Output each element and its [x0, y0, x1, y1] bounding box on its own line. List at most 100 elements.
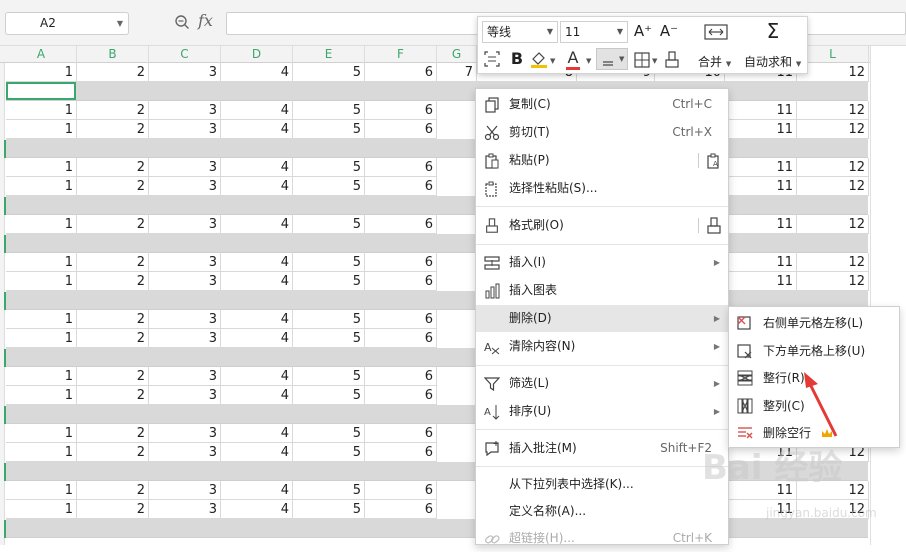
- cell[interactable]: 3: [149, 310, 221, 329]
- cell[interactable]: 6: [365, 367, 437, 386]
- cell[interactable]: 5: [293, 310, 365, 329]
- cell[interactable]: 6: [365, 329, 437, 348]
- menu-item-insert[interactable]: 插入(I) ▶: [476, 249, 728, 276]
- column-header-d[interactable]: D: [221, 46, 293, 63]
- cell[interactable]: 1: [6, 253, 77, 272]
- select-icon[interactable]: [484, 51, 500, 67]
- cell[interactable]: 2: [77, 177, 149, 196]
- cell[interactable]: 2: [77, 386, 149, 405]
- cell[interactable]: 12: [797, 253, 869, 272]
- cell[interactable]: 4: [221, 120, 293, 139]
- cell[interactable]: 5: [293, 63, 365, 82]
- cell[interactable]: 6: [365, 215, 437, 234]
- sigma-icon[interactable]: Σ: [762, 20, 784, 42]
- cell[interactable]: 1: [6, 367, 77, 386]
- cell[interactable]: 5: [293, 481, 365, 500]
- menu-item-insert-comment[interactable]: 插入批注(M) Shift+F2: [476, 435, 728, 462]
- cell[interactable]: 4: [221, 443, 293, 462]
- grey-row[interactable]: [6, 234, 868, 253]
- fill-color-icon[interactable]: [530, 50, 548, 68]
- cell[interactable]: 6: [365, 177, 437, 196]
- zoom-icon[interactable]: [174, 14, 190, 30]
- cell[interactable]: 4: [221, 272, 293, 291]
- cell[interactable]: 6: [365, 424, 437, 443]
- cell[interactable]: 4: [221, 481, 293, 500]
- cell[interactable]: 3: [149, 63, 221, 82]
- cell[interactable]: 5: [293, 253, 365, 272]
- cell[interactable]: 2: [77, 63, 149, 82]
- cell[interactable]: 1: [6, 443, 77, 462]
- cell[interactable]: 11: [725, 253, 797, 272]
- cell[interactable]: 2: [77, 215, 149, 234]
- menu-item-paste-special[interactable]: 选择性粘贴(S)...: [476, 175, 728, 202]
- column-header-f[interactable]: F: [365, 46, 437, 63]
- cell[interactable]: 11: [725, 158, 797, 177]
- cell[interactable]: 12: [797, 158, 869, 177]
- cell[interactable]: 5: [293, 101, 365, 120]
- menu-item-cut[interactable]: 剪切(T) Ctrl+X: [476, 119, 728, 146]
- cell[interactable]: 3: [149, 386, 221, 405]
- font-color-button[interactable]: A: [562, 47, 584, 69]
- chevron-down-icon[interactable]: ▼: [117, 13, 123, 34]
- cell[interactable]: 2: [77, 481, 149, 500]
- grow-font-button[interactable]: A⁺: [632, 20, 654, 42]
- cell[interactable]: 1: [6, 120, 77, 139]
- cell[interactable]: 4: [221, 253, 293, 272]
- cell[interactable]: 6: [365, 481, 437, 500]
- cell[interactable]: 3: [149, 101, 221, 120]
- cell[interactable]: 4: [221, 215, 293, 234]
- cell[interactable]: 11: [725, 177, 797, 196]
- cell[interactable]: 4: [221, 101, 293, 120]
- cell[interactable]: 12: [797, 101, 869, 120]
- cell[interactable]: 2: [77, 310, 149, 329]
- cell[interactable]: 5: [293, 443, 365, 462]
- cell[interactable]: 4: [221, 177, 293, 196]
- cell[interactable]: 1: [6, 329, 77, 348]
- cell[interactable]: 6: [365, 158, 437, 177]
- border-icon[interactable]: [634, 52, 650, 68]
- cell[interactable]: 4: [221, 367, 293, 386]
- cell[interactable]: 6: [365, 500, 437, 519]
- cell[interactable]: 5: [293, 272, 365, 291]
- chevron-down-icon[interactable]: ▼: [652, 57, 657, 65]
- cell[interactable]: 1: [6, 158, 77, 177]
- cell[interactable]: 2: [77, 443, 149, 462]
- cell[interactable]: 5: [293, 500, 365, 519]
- cell[interactable]: 3: [149, 424, 221, 443]
- cell[interactable]: 3: [149, 500, 221, 519]
- submenu-item-shift-up[interactable]: 下方单元格上移(U): [729, 337, 899, 365]
- cell[interactable]: 1: [6, 424, 77, 443]
- cell[interactable]: 3: [149, 481, 221, 500]
- cell[interactable]: 2: [77, 158, 149, 177]
- cell[interactable]: 12: [797, 120, 869, 139]
- grey-row[interactable]: [6, 82, 868, 101]
- cell[interactable]: 2: [77, 424, 149, 443]
- cell[interactable]: 3: [149, 367, 221, 386]
- cell[interactable]: 1: [6, 481, 77, 500]
- shrink-font-button[interactable]: A⁻: [658, 20, 680, 42]
- cell[interactable]: 5: [293, 177, 365, 196]
- chevron-down-icon[interactable]: ▼: [586, 57, 591, 65]
- cell[interactable]: 3: [149, 253, 221, 272]
- cell[interactable]: 6: [365, 386, 437, 405]
- column-header-g[interactable]: G: [437, 46, 477, 63]
- column-header-e[interactable]: E: [293, 46, 365, 63]
- name-box[interactable]: A2 ▼: [5, 12, 129, 35]
- cell[interactable]: 3: [149, 120, 221, 139]
- menu-item-hyperlink[interactable]: 超链接(H)... Ctrl+K: [476, 525, 728, 552]
- merge-icon[interactable]: [704, 24, 728, 40]
- merge-label[interactable]: 合并 ▼: [698, 53, 731, 70]
- cell[interactable]: 12: [797, 177, 869, 196]
- cell[interactable]: 5: [293, 386, 365, 405]
- cell[interactable]: 5: [293, 215, 365, 234]
- fx-icon[interactable]: fx: [198, 11, 213, 30]
- menu-item-paste[interactable]: 粘贴(P) A: [476, 147, 728, 174]
- cell[interactable]: 4: [221, 386, 293, 405]
- cell[interactable]: 11: [725, 272, 797, 291]
- cell[interactable]: 4: [221, 424, 293, 443]
- format-brush-multi-icon[interactable]: [706, 217, 722, 235]
- cell[interactable]: 2: [77, 329, 149, 348]
- cell[interactable]: 2: [77, 500, 149, 519]
- cell[interactable]: 11: [725, 101, 797, 120]
- cell[interactable]: 2: [77, 272, 149, 291]
